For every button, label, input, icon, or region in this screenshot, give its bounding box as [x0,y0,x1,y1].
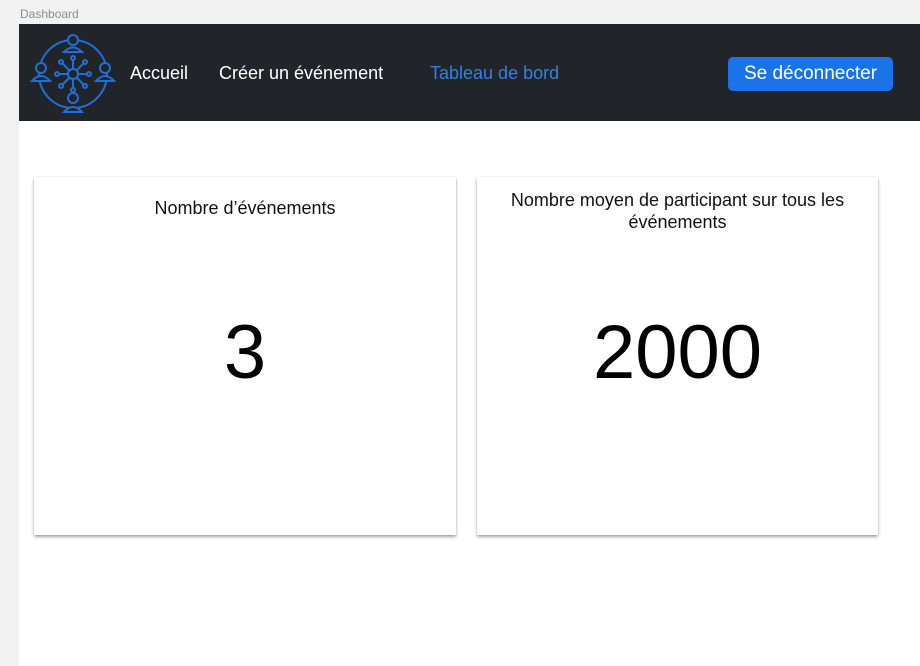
card-title: Nombre moyen de participant sur tous les… [510,190,845,232]
card-value: 3 [223,310,267,395]
frame-label: Dashboard [20,7,79,21]
nav-link-accueil[interactable]: Accueil [130,63,188,84]
people-network-icon[interactable] [29,30,117,118]
stat-card-events-count: Nombre d’événements 3 [34,177,456,535]
stat-card-average-participants: Nombre moyen de participant sur tous les… [477,177,878,535]
card-title: Nombre d’événements [154,198,336,218]
logout-button[interactable]: Se déconnecter [728,57,893,91]
nav-link-creer-evenement[interactable]: Créer un événement [219,63,383,84]
card-value: 2000 [592,310,763,395]
dashboard-frame: Accueil Créer un événement Tableau de bo… [19,24,920,666]
nav-link-tableau-de-bord[interactable]: Tableau de bord [430,63,559,84]
navbar: Accueil Créer un événement Tableau de bo… [19,24,920,121]
